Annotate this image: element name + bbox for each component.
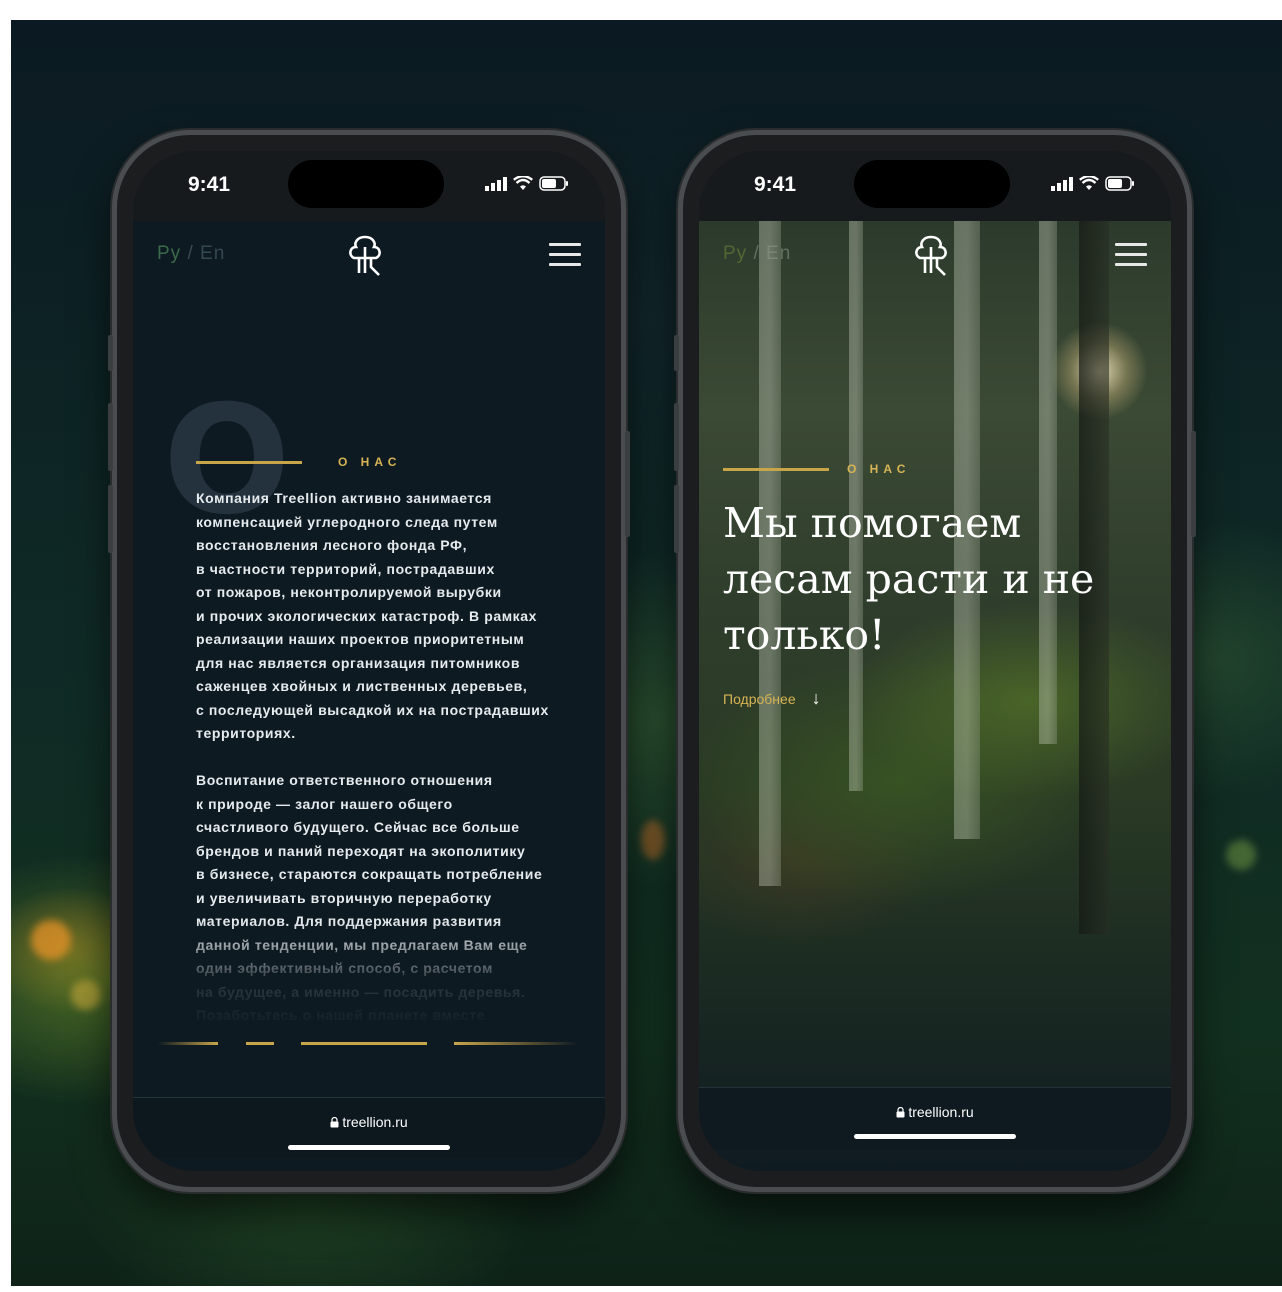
status-bar: 9:41	[699, 151, 1171, 221]
side-button	[674, 403, 679, 471]
dynamic-island	[288, 160, 444, 208]
bokeh-light	[1226, 840, 1256, 870]
lang-en[interactable]: En	[200, 243, 225, 264]
signal-icon	[1051, 176, 1073, 191]
power-button	[625, 431, 630, 537]
lang-separator: /	[181, 243, 201, 264]
more-link[interactable]: Подробнее ↓	[723, 688, 821, 709]
url-text[interactable]: treellion.ru	[330, 1114, 408, 1130]
bokeh-light	[71, 980, 101, 1010]
phone-left: 9:41 Ру / En О О НАС Компания Treellion …	[108, 130, 630, 1192]
gold-line	[723, 467, 829, 471]
battery-icon	[1105, 176, 1134, 191]
section-label: О НАС	[196, 455, 401, 469]
hero-title: Мы помогаем лесам расти и не только!	[723, 499, 1095, 659]
tree-trunk	[1039, 221, 1057, 744]
slider-dash[interactable]	[158, 1042, 218, 1045]
url-label: treellion.ru	[342, 1114, 408, 1130]
wifi-icon	[1079, 176, 1099, 190]
treellion-logo-icon[interactable]	[345, 233, 385, 277]
battery-icon	[539, 176, 568, 191]
url-text[interactable]: treellion.ru	[896, 1104, 974, 1120]
hamburger-menu-icon[interactable]	[549, 243, 581, 267]
slider-dash[interactable]	[246, 1042, 274, 1045]
side-button	[108, 335, 113, 371]
text-fade-overlay	[133, 921, 605, 1031]
hamburger-menu-icon[interactable]	[1115, 243, 1147, 267]
browser-url-bar[interactable]: treellion.ru	[699, 1087, 1171, 1149]
section-label-text: О НАС	[338, 455, 402, 469]
status-time: 9:41	[754, 173, 797, 196]
signal-icon	[485, 176, 507, 191]
lang-ru[interactable]: Ру	[723, 243, 747, 264]
arrow-down-icon[interactable]: ↓	[812, 688, 821, 709]
status-time: 9:41	[188, 173, 231, 196]
hero-page: Ру / En О НАС Мы помогаем лесам расти и …	[699, 221, 1171, 1171]
side-button	[108, 485, 113, 553]
treellion-logo-icon[interactable]	[911, 233, 951, 277]
slider-dash-active[interactable]	[301, 1042, 427, 1045]
url-label: treellion.ru	[908, 1104, 974, 1120]
status-bar: 9:41	[133, 151, 605, 221]
about-page: Ру / En О О НАС Компания Treellion актив…	[133, 221, 605, 1171]
home-indicator[interactable]	[288, 1145, 450, 1150]
side-button	[108, 403, 113, 471]
gold-line	[196, 460, 302, 464]
section-label: О НАС	[723, 462, 910, 476]
more-link-label[interactable]: Подробнее	[723, 691, 796, 707]
phone-screen: 9:41 Ру / En О НАС Мы помогаем лесам рас…	[699, 151, 1171, 1171]
side-button	[674, 335, 679, 371]
lang-en[interactable]: En	[766, 243, 791, 264]
section-label-text: О НАС	[847, 462, 911, 476]
bokeh-light	[641, 820, 665, 860]
lang-ru[interactable]: Ру	[157, 243, 181, 264]
side-button	[674, 485, 679, 553]
slider-dash[interactable]	[454, 1042, 578, 1045]
bokeh-light	[31, 920, 71, 960]
lock-icon	[896, 1106, 905, 1117]
about-paragraph-1: Компания Treellion активно занимается ко…	[196, 490, 549, 741]
phone-screen: 9:41 Ру / En О О НАС Компания Treellion …	[133, 151, 605, 1171]
phone-right: 9:41 Ру / En О НАС Мы помогаем лесам рас…	[674, 130, 1196, 1192]
home-indicator[interactable]	[854, 1134, 1016, 1139]
status-icons	[1051, 176, 1135, 191]
dynamic-island	[854, 160, 1010, 208]
language-switcher[interactable]: Ру / En	[723, 243, 791, 265]
language-switcher[interactable]: Ру / En	[157, 243, 225, 265]
power-button	[1191, 431, 1196, 537]
wifi-icon	[513, 176, 533, 190]
lang-separator: /	[747, 243, 767, 264]
status-icons	[485, 176, 569, 191]
lock-icon	[330, 1116, 339, 1127]
